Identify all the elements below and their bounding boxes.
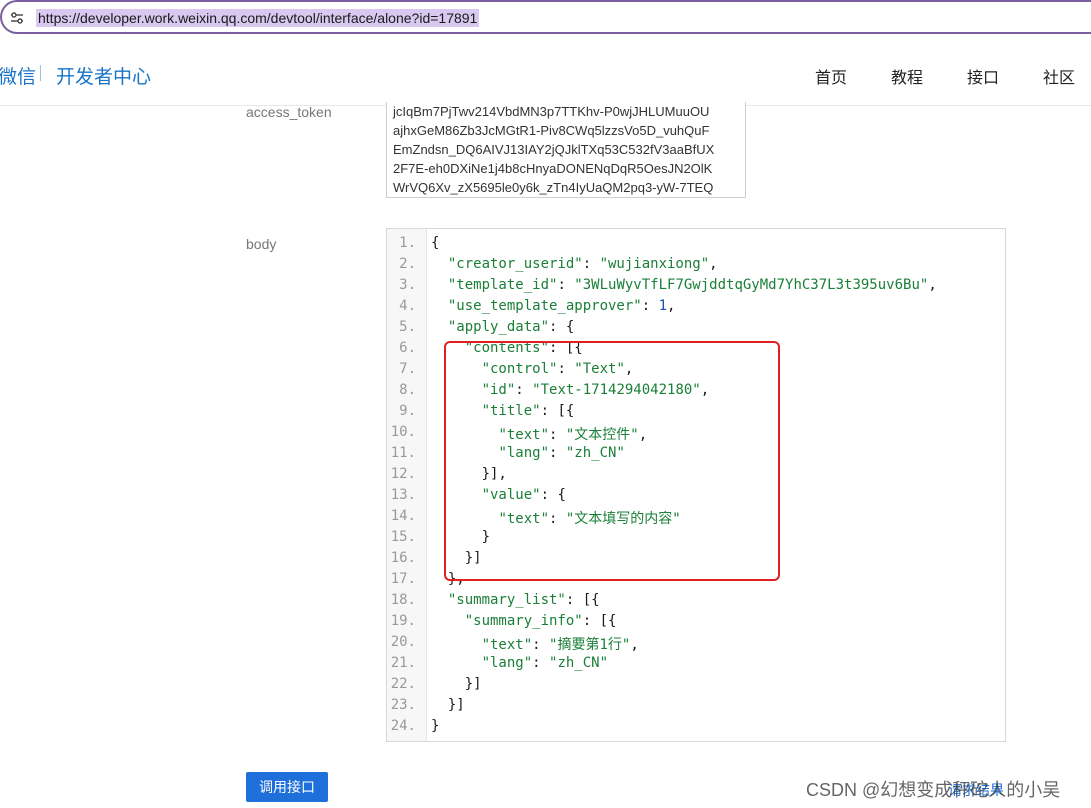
line-number: 10. (390, 424, 416, 440)
code-line: { (431, 235, 440, 251)
token-line: ajhxGeM86Zb3JcMGtR1-Piv8CWq5lzzsVo5D_vuh… (393, 123, 710, 138)
nav-home[interactable]: 首页 (815, 64, 847, 88)
line-number: 14. (390, 508, 416, 524)
code-line: } (431, 718, 440, 734)
url-text[interactable]: https://developer.work.weixin.qq.com/dev… (36, 9, 480, 27)
line-number: 7. (399, 361, 416, 377)
brand-title[interactable]: 开发者中心 (56, 62, 151, 89)
line-number: 1. (399, 235, 416, 251)
token-line: 2F7E-eh0DXiNe1j4b8cHnyaDONENqDqR5OesJN2O… (393, 161, 713, 176)
nav-community[interactable]: 社区 (1043, 64, 1075, 88)
address-bar[interactable]: https://developer.work.weixin.qq.com/dev… (0, 0, 1091, 34)
line-number: 2. (399, 256, 416, 272)
line-number: 16. (390, 550, 416, 566)
code-line: "template_id": "3WLuWyvTfLF7GwjddtqGyMd7… (447, 277, 937, 293)
tune-icon[interactable] (10, 11, 24, 25)
line-number: 15. (390, 529, 416, 545)
line-number-gutter: 1. 2. 3. 4. 5. 6. 7. 8. 9. 10. 11. 12. 13. 14. 15. 16. 1… (387, 229, 427, 741)
code-line: "text": "摘要第1行", (481, 637, 639, 653)
line-number: 4. (399, 298, 416, 314)
watermark: CSDN @幻想变成秤砣人的小吴 (806, 780, 1061, 800)
access-token-input[interactable]: jcIqBm7PjTwv214VbdMN3p7TTKhv-P0wjJHLUMuu… (386, 102, 746, 198)
line-number: 19. (390, 613, 416, 629)
code-line: "summary_info": [{ (464, 613, 617, 629)
code-line: "use_template_approver": 1, (447, 298, 676, 314)
nav-tutorial[interactable]: 教程 (891, 64, 923, 88)
code-line: "lang": "zh_CN" (481, 655, 609, 671)
line-number: 6. (399, 340, 416, 356)
line-number: 5. (399, 319, 416, 335)
line-number: 21. (390, 655, 416, 671)
line-number: 12. (390, 466, 416, 482)
site-header: 微信 开发者中心 首页 教程 接口 社区 (0, 34, 1091, 106)
body-label: body (246, 236, 277, 252)
line-number: 8. (399, 382, 416, 398)
access-token-label: access_token (246, 104, 332, 120)
nav-api[interactable]: 接口 (967, 64, 999, 88)
brand-divider (40, 65, 41, 81)
code-line: "summary_list": [{ (447, 592, 600, 608)
line-number: 9. (399, 403, 416, 419)
token-line: WrVQ6Xv_zX5695le0y6k_zTn4IyUaQM2pq3-yW-7… (393, 180, 714, 195)
token-line: EmZndsn_DQ6AIVJ13IAY2jQJklTXq53C532fV3aa… (393, 142, 715, 157)
line-number: 3. (399, 277, 416, 293)
line-number: 18. (390, 592, 416, 608)
red-highlight-box (444, 341, 780, 581)
token-line: jcIqBm7PjTwv214VbdMN3p7TTKhv-P0wjJHLUMuu… (393, 104, 710, 119)
line-number: 22. (390, 676, 416, 692)
line-number: 20. (390, 634, 416, 650)
code-line: }] (431, 697, 465, 713)
line-number: 13. (390, 487, 416, 503)
line-number: 17. (390, 571, 416, 587)
code-line: "creator_userid": "wujianxiong", (447, 256, 718, 272)
brand-logo-text[interactable]: 微信 (0, 62, 36, 89)
line-number: 23. (390, 697, 416, 713)
line-number: 11. (390, 445, 416, 461)
call-api-button[interactable]: 调用接口 (246, 772, 328, 802)
code-line: "apply_data": { (447, 319, 575, 335)
code-line: }] (431, 676, 482, 692)
line-number: 24. (390, 718, 416, 734)
